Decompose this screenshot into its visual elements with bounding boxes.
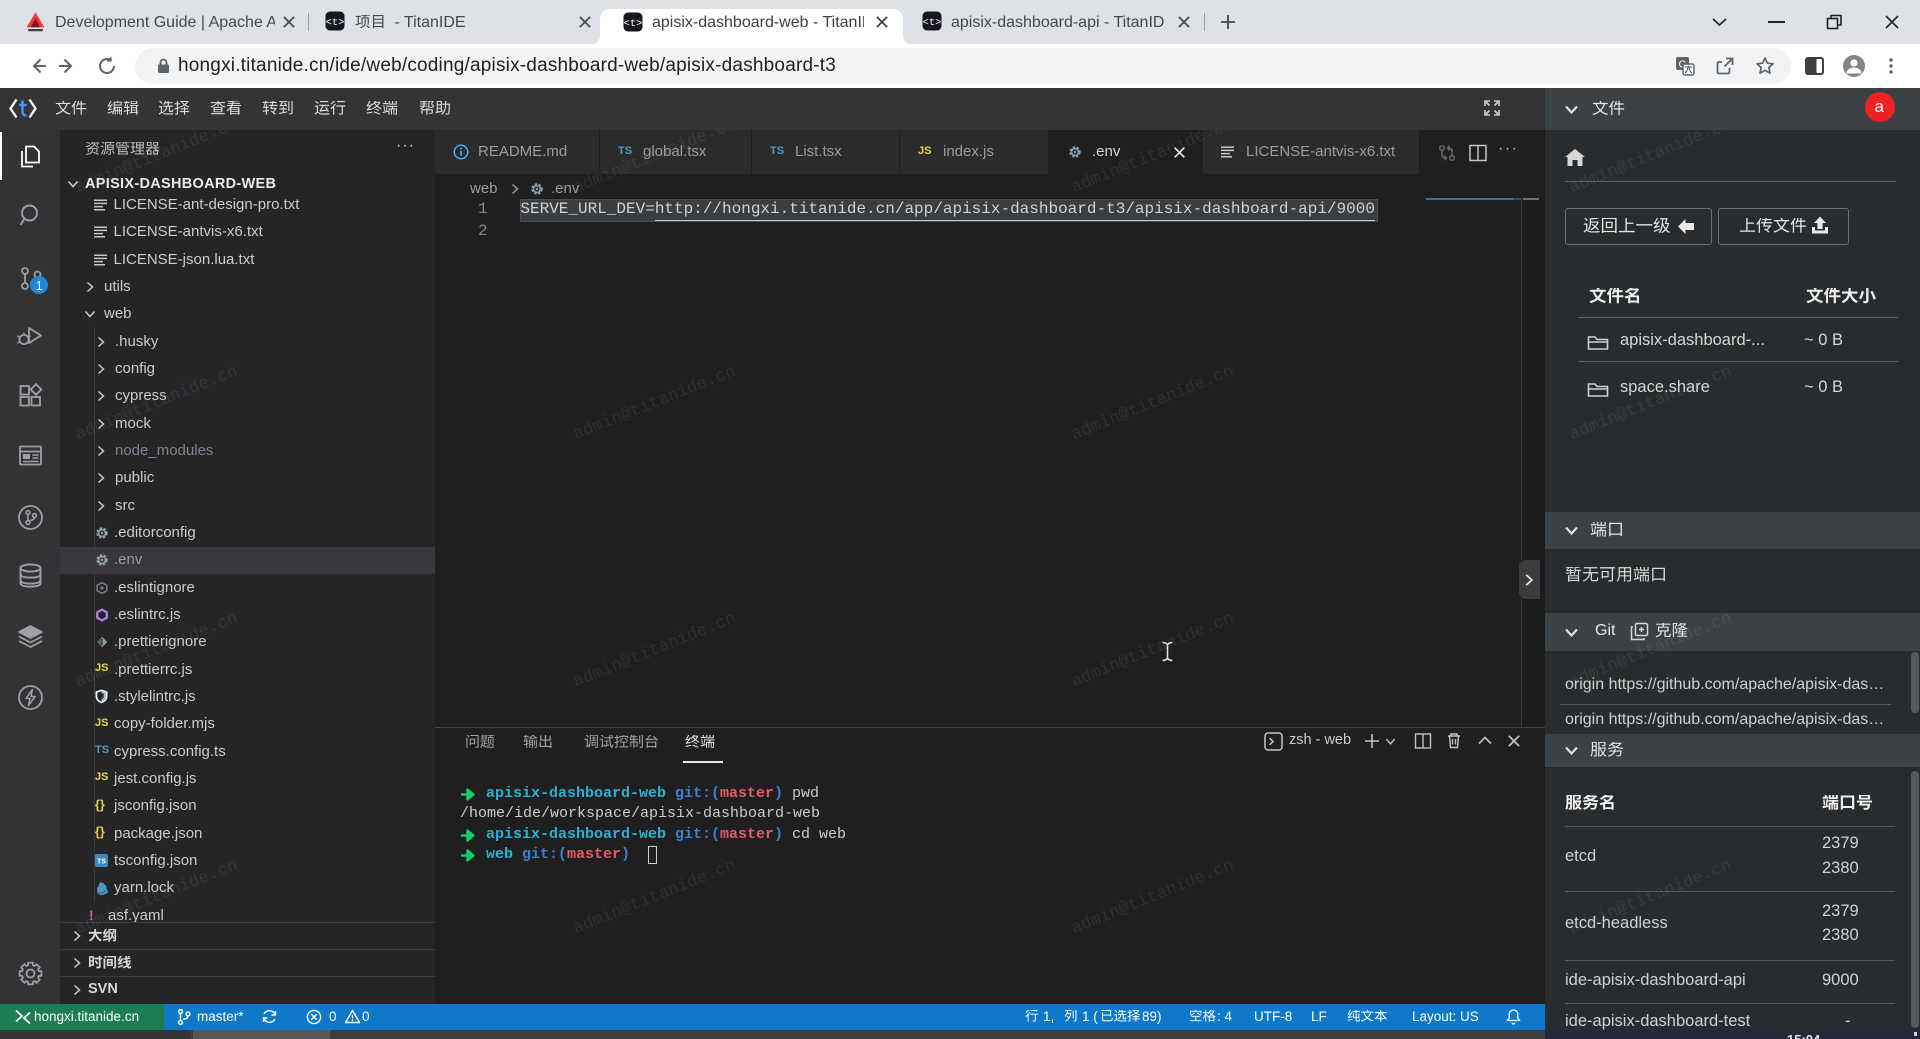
svg-text:<t>: <t> [624,18,643,30]
svg-text:<t>: <t> [923,17,942,29]
svg-text:TS: TS [97,859,106,866]
svg-text:<t>: <t> [326,17,345,29]
